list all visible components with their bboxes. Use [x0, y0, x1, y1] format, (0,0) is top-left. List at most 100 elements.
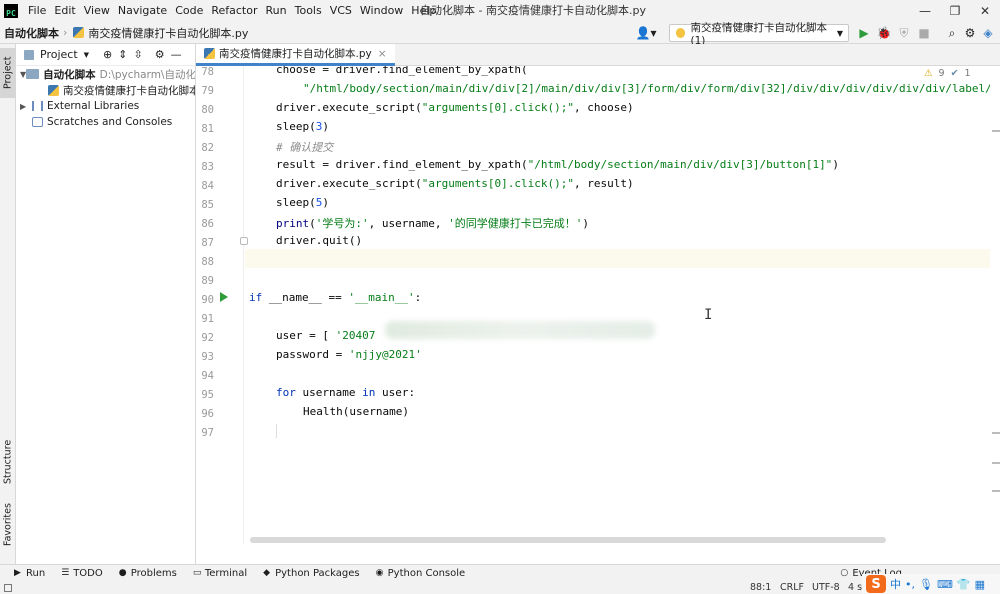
- stripe-mark[interactable]: [992, 490, 1000, 492]
- code-token: , username,: [368, 217, 449, 230]
- microphone-icon[interactable]: 🎙: [919, 578, 933, 591]
- run-button[interactable]: ▶: [854, 23, 874, 43]
- pycharm-logo-icon[interactable]: PC: [4, 4, 18, 18]
- stop-button[interactable]: ■: [914, 23, 934, 43]
- menu-window[interactable]: Window: [356, 0, 407, 22]
- code-token: driver.execute_script(: [276, 177, 422, 190]
- toggle-tool-windows-icon[interactable]: [4, 584, 12, 592]
- menu-edit[interactable]: Edit: [50, 0, 79, 22]
- tab-favorites[interactable]: Favorites: [0, 500, 16, 550]
- code-token: result = driver.find_element_by_xpath(: [276, 158, 528, 171]
- line-number: 94: [201, 370, 214, 382]
- stripe-mark[interactable]: [992, 130, 1000, 132]
- tool-python-packages[interactable]: ◆ Python Packages: [255, 565, 368, 583]
- tab-project-side[interactable]: Project: [0, 48, 16, 98]
- line-number: 93: [201, 351, 214, 363]
- status-bar: 88:1 CRLF UTF-8 4 sp: [0, 582, 1000, 594]
- menu-refactor[interactable]: Refactor: [207, 0, 261, 22]
- stripe-mark[interactable]: [992, 432, 1000, 434]
- keyboard-icon[interactable]: ⌨: [937, 578, 953, 591]
- run-config-select[interactable]: 南交疫情健康打卡自动化脚本 (1) ▼: [669, 22, 849, 47]
- menu-view[interactable]: View: [80, 0, 114, 22]
- code-line-90: if __name__ == '__main__':: [249, 291, 421, 310]
- collapse-all-icon[interactable]: ⇳: [133, 48, 142, 61]
- debug-button[interactable]: 🐞: [874, 23, 894, 43]
- tool-problems[interactable]: ● Problems: [111, 565, 185, 583]
- error-stripe[interactable]: [992, 66, 1000, 544]
- tree-item-scratches[interactable]: Scratches and Consoles: [16, 114, 195, 130]
- sogou-logo-icon[interactable]: S: [866, 575, 886, 593]
- line-number: 83: [201, 161, 214, 173]
- menu-code[interactable]: Code: [171, 0, 207, 22]
- user-icon[interactable]: 👤▾: [634, 23, 658, 43]
- tool-run[interactable]: ▶ Run: [6, 565, 53, 583]
- external-libraries-label: External Libraries: [47, 100, 140, 112]
- window-title: 自动化脚本 - 南交疫情健康打卡自动化脚本.py: [420, 4, 646, 17]
- minimize-icon[interactable]: —: [910, 0, 940, 22]
- menu-navigate[interactable]: Navigate: [114, 0, 171, 22]
- scratches-icon: [32, 117, 43, 127]
- breadcrumb-file[interactable]: 南交疫情健康打卡自动化脚本.py: [88, 25, 252, 41]
- code-token: '__main__': [348, 291, 415, 304]
- hide-icon[interactable]: —: [171, 48, 182, 61]
- code-token: print: [276, 217, 310, 230]
- python-run-icon: [676, 28, 686, 38]
- code-token: if: [249, 291, 263, 304]
- expand-all-icon[interactable]: ⇕: [118, 48, 127, 61]
- line-number: 95: [201, 389, 214, 401]
- line-number: 78: [201, 66, 214, 78]
- scratches-label: Scratches and Consoles: [47, 116, 173, 128]
- code-token: user:: [375, 386, 416, 399]
- python-file-icon: [73, 27, 85, 38]
- tree-item-file[interactable]: 南交疫情健康打卡自动化脚本.py: [16, 82, 195, 98]
- grid-menu-icon[interactable]: ▦: [975, 578, 985, 591]
- coverage-button[interactable]: ⛨: [894, 23, 914, 43]
- tool-terminal[interactable]: ▭ Terminal: [185, 565, 255, 583]
- tree-item-external-libraries[interactable]: ▶ External Libraries: [16, 98, 195, 114]
- indent-guide: [276, 424, 277, 438]
- caret-position[interactable]: 88:1: [750, 582, 771, 594]
- editor-gutter: 78 79 80 81 82 83 84 85 86 87 88 89 90 9…: [196, 66, 244, 544]
- breadcrumb-project[interactable]: 自动化脚本: [0, 25, 63, 41]
- settings-gear-icon[interactable]: ⚙: [960, 23, 980, 43]
- jetbrains-icon[interactable]: ◈: [978, 23, 998, 43]
- menu-file[interactable]: File: [24, 0, 50, 22]
- inspection-widget[interactable]: ⚠ 9 ✔ 1: [924, 68, 971, 79]
- stripe-mark[interactable]: [992, 462, 1000, 464]
- tree-item-root[interactable]: ▼ 自动化脚本 D:\pycharm\自动化脚: [16, 66, 195, 82]
- tool-todo[interactable]: ☰ TODO: [53, 565, 111, 583]
- code-line-85: sleep(5): [276, 196, 329, 215]
- gear-icon[interactable]: ⚙: [155, 48, 165, 61]
- file-encoding[interactable]: UTF-8: [812, 582, 840, 594]
- line-number: 97: [201, 427, 214, 439]
- tool-python-console[interactable]: ◉ Python Console: [368, 565, 474, 583]
- tool-run-label: Run: [26, 567, 46, 579]
- code-token: '20407: [335, 329, 376, 342]
- horizontal-scrollbar[interactable]: [250, 537, 886, 543]
- menu-vcs[interactable]: VCS: [326, 0, 356, 22]
- menu-run[interactable]: Run: [262, 0, 291, 22]
- locate-icon[interactable]: ⊕: [103, 48, 112, 61]
- menu-tools[interactable]: Tools: [291, 0, 326, 22]
- line-number: 96: [201, 408, 214, 420]
- code-line-82: # 确认提交: [276, 141, 334, 154]
- line-separator[interactable]: CRLF: [780, 582, 804, 594]
- skin-shirt-icon[interactable]: 👕: [957, 578, 971, 591]
- tool-problems-label: Problems: [130, 567, 177, 579]
- restore-icon[interactable]: ❐: [940, 0, 970, 22]
- ime-mode-label[interactable]: 中: [890, 576, 901, 592]
- ime-toolbar: S 中 •, 🎙 ⌨ 👕 ▦: [862, 574, 1000, 594]
- line-number: 92: [201, 332, 214, 344]
- run-gutter-icon[interactable]: [220, 292, 228, 302]
- project-view-select[interactable]: Project: [40, 48, 78, 61]
- tab-structure[interactable]: Structure: [0, 432, 16, 492]
- close-tab-icon[interactable]: ×: [378, 48, 387, 60]
- chevron-down-icon[interactable]: ▼: [84, 51, 89, 59]
- close-icon[interactable]: ✕: [970, 0, 1000, 22]
- editor-tab-file[interactable]: 南交疫情健康打卡自动化脚本.py ×: [196, 44, 395, 66]
- punctuation-icon[interactable]: •,: [905, 578, 915, 591]
- search-icon[interactable]: ⌕: [942, 23, 962, 43]
- code-token: password =: [276, 348, 349, 361]
- code-editor[interactable]: choose = driver.find_element_by_xpath( "…: [245, 66, 990, 544]
- packages-icon: ◆: [263, 567, 271, 578]
